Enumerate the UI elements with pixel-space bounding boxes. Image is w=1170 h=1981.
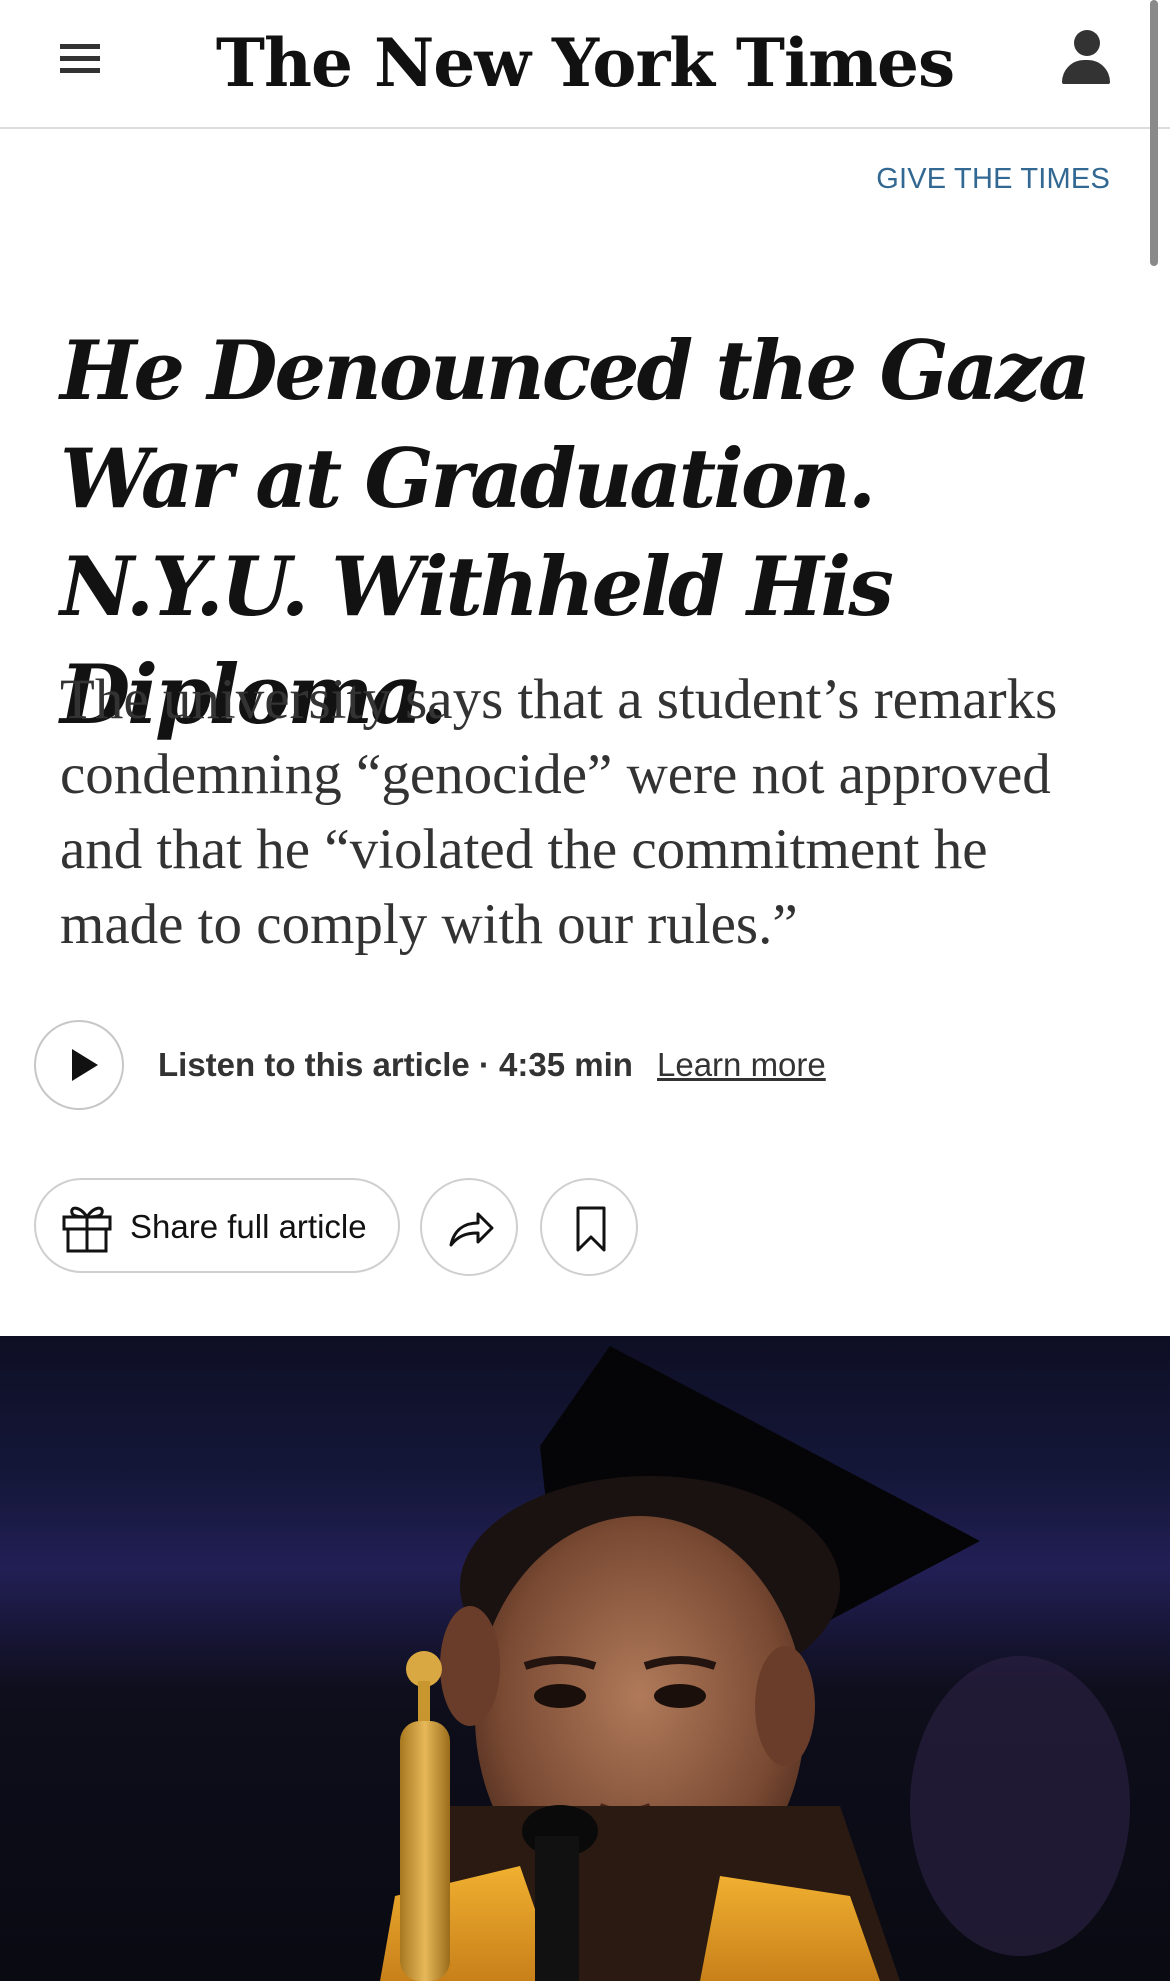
save-bookmark-button[interactable] bbox=[540, 1178, 638, 1276]
nyt-logo[interactable]: The New York Times bbox=[0, 18, 1170, 108]
gift-icon bbox=[62, 1206, 112, 1253]
bookmark-icon bbox=[576, 1206, 606, 1252]
user-account-icon[interactable] bbox=[1062, 28, 1114, 90]
listen-to-article-label: Listen to this article · 4:35 min bbox=[158, 1046, 633, 1083]
share-full-article-button[interactable]: Share full article bbox=[34, 1178, 400, 1273]
share-arrow-icon bbox=[449, 1212, 494, 1247]
give-the-times-link[interactable]: GIVE THE TIMES bbox=[876, 163, 1110, 196]
article-lead-photo bbox=[0, 1336, 1170, 1981]
article-summary: The university says that a student’s rem… bbox=[60, 668, 1058, 956]
graduate-photo-illustration bbox=[380, 1346, 1130, 1981]
learn-more-link[interactable]: Learn more bbox=[657, 1046, 826, 1084]
play-audio-button[interactable] bbox=[34, 1020, 124, 1110]
share-full-article-label: Share full article bbox=[130, 1208, 367, 1245]
share-button[interactable] bbox=[420, 1178, 518, 1276]
scrollbar[interactable] bbox=[1150, 0, 1158, 266]
play-icon bbox=[72, 1049, 98, 1081]
top-navigation-bar: The New York Times bbox=[0, 0, 1170, 129]
